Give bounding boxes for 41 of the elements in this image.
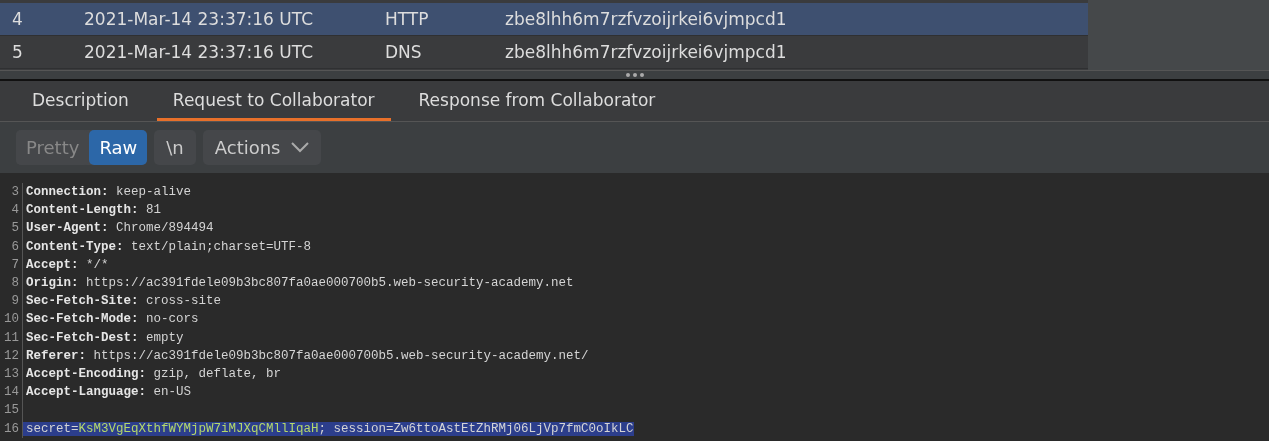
code-line: Accept-Language: en-US xyxy=(25,385,192,400)
table-cell-text: 2021-Mar-14 23:37:16 UTC xyxy=(84,42,314,62)
line-number: 6 xyxy=(0,237,23,256)
code-line: Sec-Fetch-Site: cross-site xyxy=(25,294,222,309)
line-number: 11 xyxy=(0,328,23,347)
newline-button[interactable]: \n xyxy=(154,130,196,165)
line-number: 14 xyxy=(0,383,23,402)
tab[interactable]: Description xyxy=(16,81,145,121)
code-line: Content-Type: text/plain;charset=UTF-8 xyxy=(25,239,312,254)
table-cell-text: 4 xyxy=(11,9,24,29)
table-cell-text: zbe8lhh6m7rzfvzoijrkei6vjmpcd1 xyxy=(505,9,788,29)
code-line: Referer: https://ac391fdele09b3bc807fa0ae000700b5.web-security-academy.net/ xyxy=(25,348,589,363)
code-line: Sec-Fetch-Dest: empty xyxy=(25,330,184,345)
code-line: Connection: keep-alive xyxy=(25,185,192,200)
line-number: 12 xyxy=(0,346,23,365)
line-number: 4 xyxy=(0,201,23,220)
line-number: 7 xyxy=(0,255,23,274)
line-number: 3 xyxy=(0,183,23,202)
code-line: Content-Length: 81 xyxy=(25,203,162,218)
table-cell-text: 2021-Mar-14 23:37:16 UTC xyxy=(84,9,314,29)
line-number: 13 xyxy=(0,364,23,384)
line-number: 5 xyxy=(0,219,23,238)
line-number: 9 xyxy=(0,292,23,311)
tab[interactable]: Response from Collaborator xyxy=(402,81,672,121)
line-number: 10 xyxy=(0,310,23,329)
table-cell-text: DNS xyxy=(385,42,423,62)
table-cell-text: zbe8lhh6m7rzfvzoijrkei6vjmpcd1 xyxy=(505,42,788,62)
table-cell-text: 5 xyxy=(11,42,24,62)
code-line: Origin: https://ac391fdele09b3bc807fa0ae000700b5.web-security-academy.net xyxy=(25,276,574,291)
code-line: Accept: */* xyxy=(25,257,109,272)
view-mode-button[interactable]: Raw xyxy=(89,130,148,165)
code-line: User-Agent: Chrome/894494 xyxy=(25,221,214,236)
line-number: 8 xyxy=(0,273,23,293)
line-number: 15 xyxy=(0,401,23,420)
code-line: Accept-Encoding: gzip, deflate, br xyxy=(25,366,282,381)
table-cell-text: HTTP xyxy=(385,9,430,29)
code-line: Sec-Fetch-Mode: no-cors xyxy=(25,312,199,327)
table-row[interactable]: 4 2021-Mar-14 23:37:16 UTC HTTP zbe8lhh6m7rzfvzoijrkei6vjmpcd1 xyxy=(0,3,1088,36)
chevron-down-icon xyxy=(290,142,309,153)
actions-button[interactable]: Actions xyxy=(202,130,321,165)
splitter-handle[interactable] xyxy=(0,70,1269,81)
